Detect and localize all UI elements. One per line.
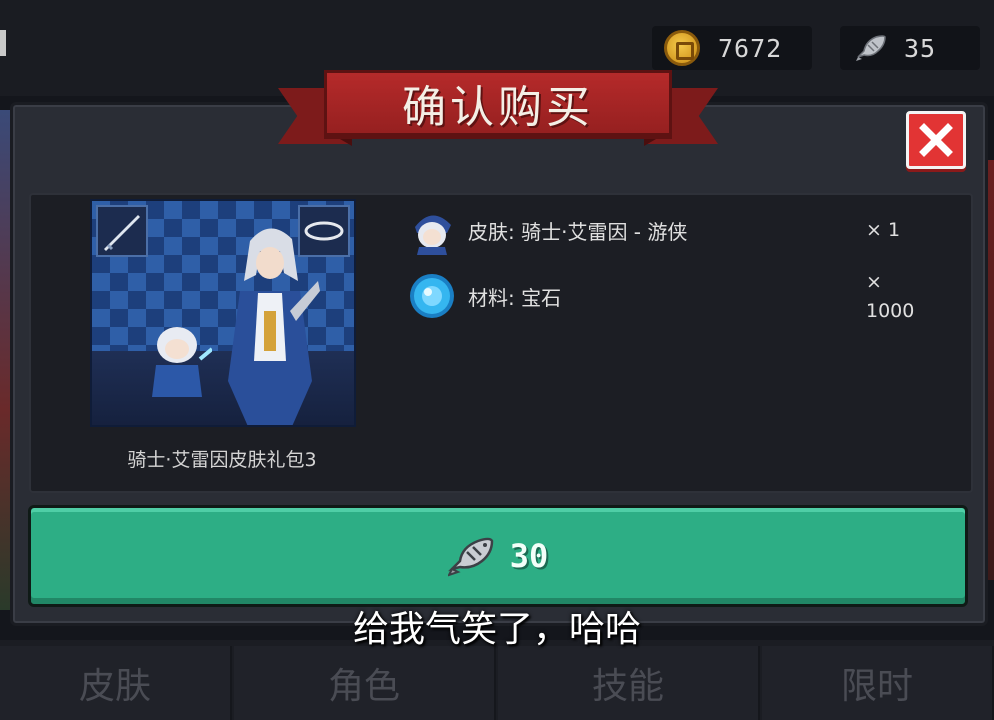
buy-price: 30 xyxy=(509,537,549,575)
close-icon xyxy=(919,123,953,157)
skin-pack-name: 骑士·艾雷因皮肤礼包3 xyxy=(127,449,317,471)
reward-item-skin: 皮肤: 骑士·艾雷因 - 游侠 xyxy=(406,204,687,256)
skin-pack-thumbnail xyxy=(90,199,356,427)
fish-amount: 35 xyxy=(904,33,937,63)
weapon-slot-sword xyxy=(96,205,148,257)
fish-icon xyxy=(447,537,493,577)
video-subtitle: 给我气笑了，哈哈 xyxy=(352,609,641,650)
dialog-title-banner: 确认购买 xyxy=(278,66,718,162)
tab-limited[interactable]: 限时 xyxy=(762,646,994,720)
gem-quantity-sign: × xyxy=(866,271,882,293)
coin-counter: 7672 xyxy=(652,26,812,70)
tab-character[interactable]: 角色 xyxy=(234,646,496,720)
sword-icon xyxy=(104,215,140,251)
shop-tab-bar: 皮肤 角色 技能 限时 xyxy=(0,640,994,720)
gem-quantity-value: 1000 xyxy=(866,300,915,322)
fish-icon xyxy=(856,35,886,61)
close-button[interactable] xyxy=(906,111,966,169)
coin-amount: 7672 xyxy=(718,33,783,63)
gem-item-label: 材料: 宝石 xyxy=(468,285,562,310)
skin-item-label: 皮肤: 骑士·艾雷因 - 游侠 xyxy=(468,219,688,244)
skin-item-quantity: × 1 xyxy=(866,219,901,241)
knight-avatar-icon xyxy=(406,204,458,256)
coin-icon xyxy=(664,30,700,66)
gem-icon xyxy=(406,270,458,322)
gem-item-quantity: × 1000 xyxy=(866,268,914,326)
buy-button[interactable]: 30 xyxy=(28,505,968,607)
tab-skin[interactable]: 皮肤 xyxy=(0,646,232,720)
chibi-knight-art xyxy=(152,327,212,397)
back-edge-glyph xyxy=(0,30,6,56)
dialog-title: 确认购买 xyxy=(402,82,594,133)
reward-item-gem: 材料: 宝石 xyxy=(406,270,561,322)
knight-character-art xyxy=(228,228,320,425)
background-card-left xyxy=(0,110,10,610)
fish-counter: 35 xyxy=(840,26,980,70)
banner-ribbon: 确认购买 xyxy=(324,70,672,136)
tab-skill[interactable]: 技能 xyxy=(498,646,760,720)
